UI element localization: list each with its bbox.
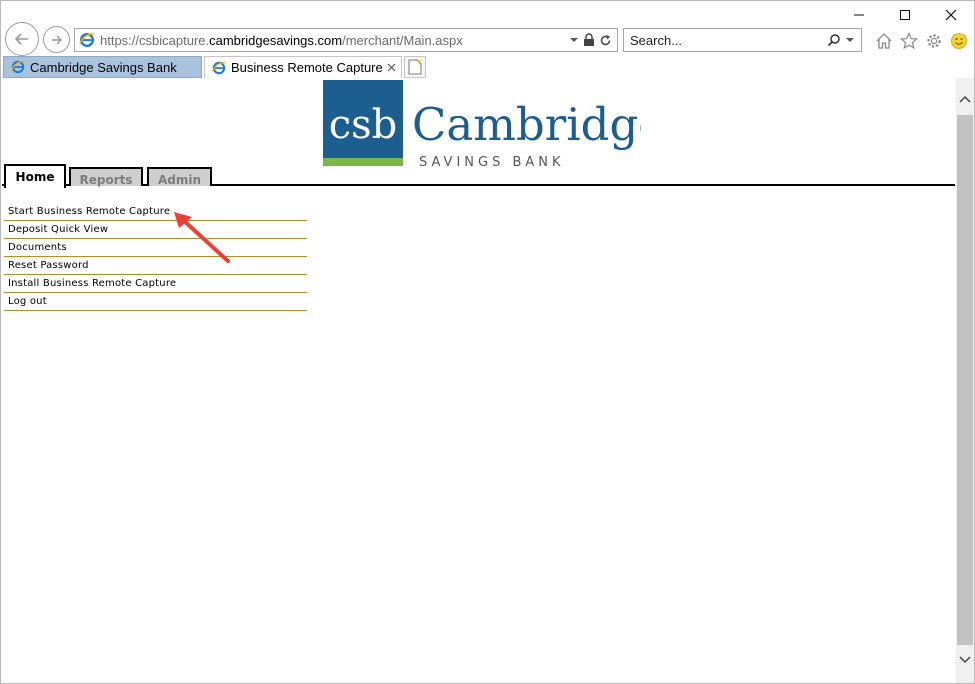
page-content: csb Cambridge SAVINGS BANK Home Reports … [2, 78, 955, 683]
star-icon [899, 31, 918, 49]
smiley-icon [950, 32, 967, 49]
new-tab-icon [408, 59, 422, 75]
browser-window: https://csbicapture.cambridgesavings.com… [0, 0, 975, 684]
search-input[interactable] [630, 32, 827, 48]
minimize-icon [854, 14, 864, 16]
tab-reports[interactable]: Reports [69, 167, 143, 187]
gear-icon [926, 33, 941, 48]
search-dropdown-icon[interactable] [845, 36, 855, 44]
vertical-scrollbar[interactable] [956, 78, 974, 683]
back-button[interactable] [5, 22, 39, 56]
settings-button[interactable] [923, 30, 944, 51]
svg-text:Cambridge: Cambridge [412, 98, 641, 151]
close-icon [387, 63, 396, 72]
minimize-button[interactable] [836, 1, 882, 29]
ie-logo-icon [212, 61, 226, 74]
page-tab-nav: Home Reports Admin [2, 164, 955, 188]
feedback-button[interactable] [948, 30, 969, 51]
search-box[interactable] [623, 28, 862, 52]
chevron-down-icon [959, 656, 971, 664]
address-bar[interactable]: https://csbicapture.cambridgesavings.com… [74, 28, 618, 52]
annotation-arrow [174, 212, 230, 263]
home-icon [876, 32, 891, 49]
new-tab-button[interactable] [404, 56, 426, 78]
forward-button[interactable] [43, 26, 70, 53]
ie-logo-icon [79, 32, 95, 48]
lock-icon[interactable] [583, 33, 595, 47]
close-window-button[interactable] [928, 1, 974, 29]
cambridge-savings-bank-logo: csb Cambridge SAVINGS BANK [323, 80, 641, 168]
back-arrow-icon [14, 33, 28, 45]
scroll-up-button[interactable] [956, 90, 974, 108]
favorites-button[interactable] [898, 30, 919, 51]
chevron-up-icon [959, 95, 971, 103]
search-icons [827, 33, 861, 47]
address-bar-icons [569, 33, 617, 47]
home-menu: Start Business Remote Capture Deposit Qu… [4, 202, 307, 311]
scrollbar-thumb[interactable] [957, 115, 973, 645]
menu-start-business-remote-capture[interactable]: Start Business Remote Capture [4, 202, 307, 221]
search-icon[interactable] [827, 33, 841, 47]
tab-home[interactable]: Home [4, 164, 66, 188]
url-path: /merchant/Main.aspx [342, 32, 463, 48]
svg-text:csb: csb [329, 102, 398, 148]
refresh-icon[interactable] [599, 34, 612, 47]
url-prefix: https://csbicapture. [100, 32, 210, 48]
browser-tabs: Cambridge Savings Bank Business Remote C… [1, 55, 975, 78]
maximize-icon [900, 10, 910, 20]
browser-tab-title: Business Remote Capture [231, 60, 383, 75]
menu-install-business-remote-capture[interactable]: Install Business Remote Capture [4, 275, 307, 293]
forward-arrow-icon [51, 35, 62, 44]
browser-tab-business-remote-capture[interactable]: Business Remote Capture [204, 56, 402, 78]
menu-reset-password[interactable]: Reset Password [4, 257, 307, 275]
ie-logo-icon [11, 60, 25, 74]
window-caption-buttons [836, 1, 974, 29]
menu-deposit-quick-view[interactable]: Deposit Quick View [4, 221, 307, 239]
browser-tool-icons [873, 30, 969, 51]
scroll-down-button[interactable] [956, 651, 974, 669]
browser-tab-cambridge[interactable]: Cambridge Savings Bank [3, 56, 202, 78]
browser-tab-title: Cambridge Savings Bank [30, 59, 177, 75]
url-domain: cambridgesavings.com [209, 32, 343, 48]
menu-documents[interactable]: Documents [4, 239, 307, 257]
maximize-button[interactable] [882, 1, 928, 29]
tab-close-button[interactable] [387, 60, 396, 75]
dropdown-arrow-icon[interactable] [569, 36, 579, 44]
tab-admin[interactable]: Admin [147, 167, 212, 187]
url-text[interactable]: https://csbicapture.cambridgesavings.com… [100, 33, 569, 48]
home-button[interactable] [873, 30, 894, 51]
close-icon [945, 9, 957, 21]
menu-log-out[interactable]: Log out [4, 293, 307, 311]
